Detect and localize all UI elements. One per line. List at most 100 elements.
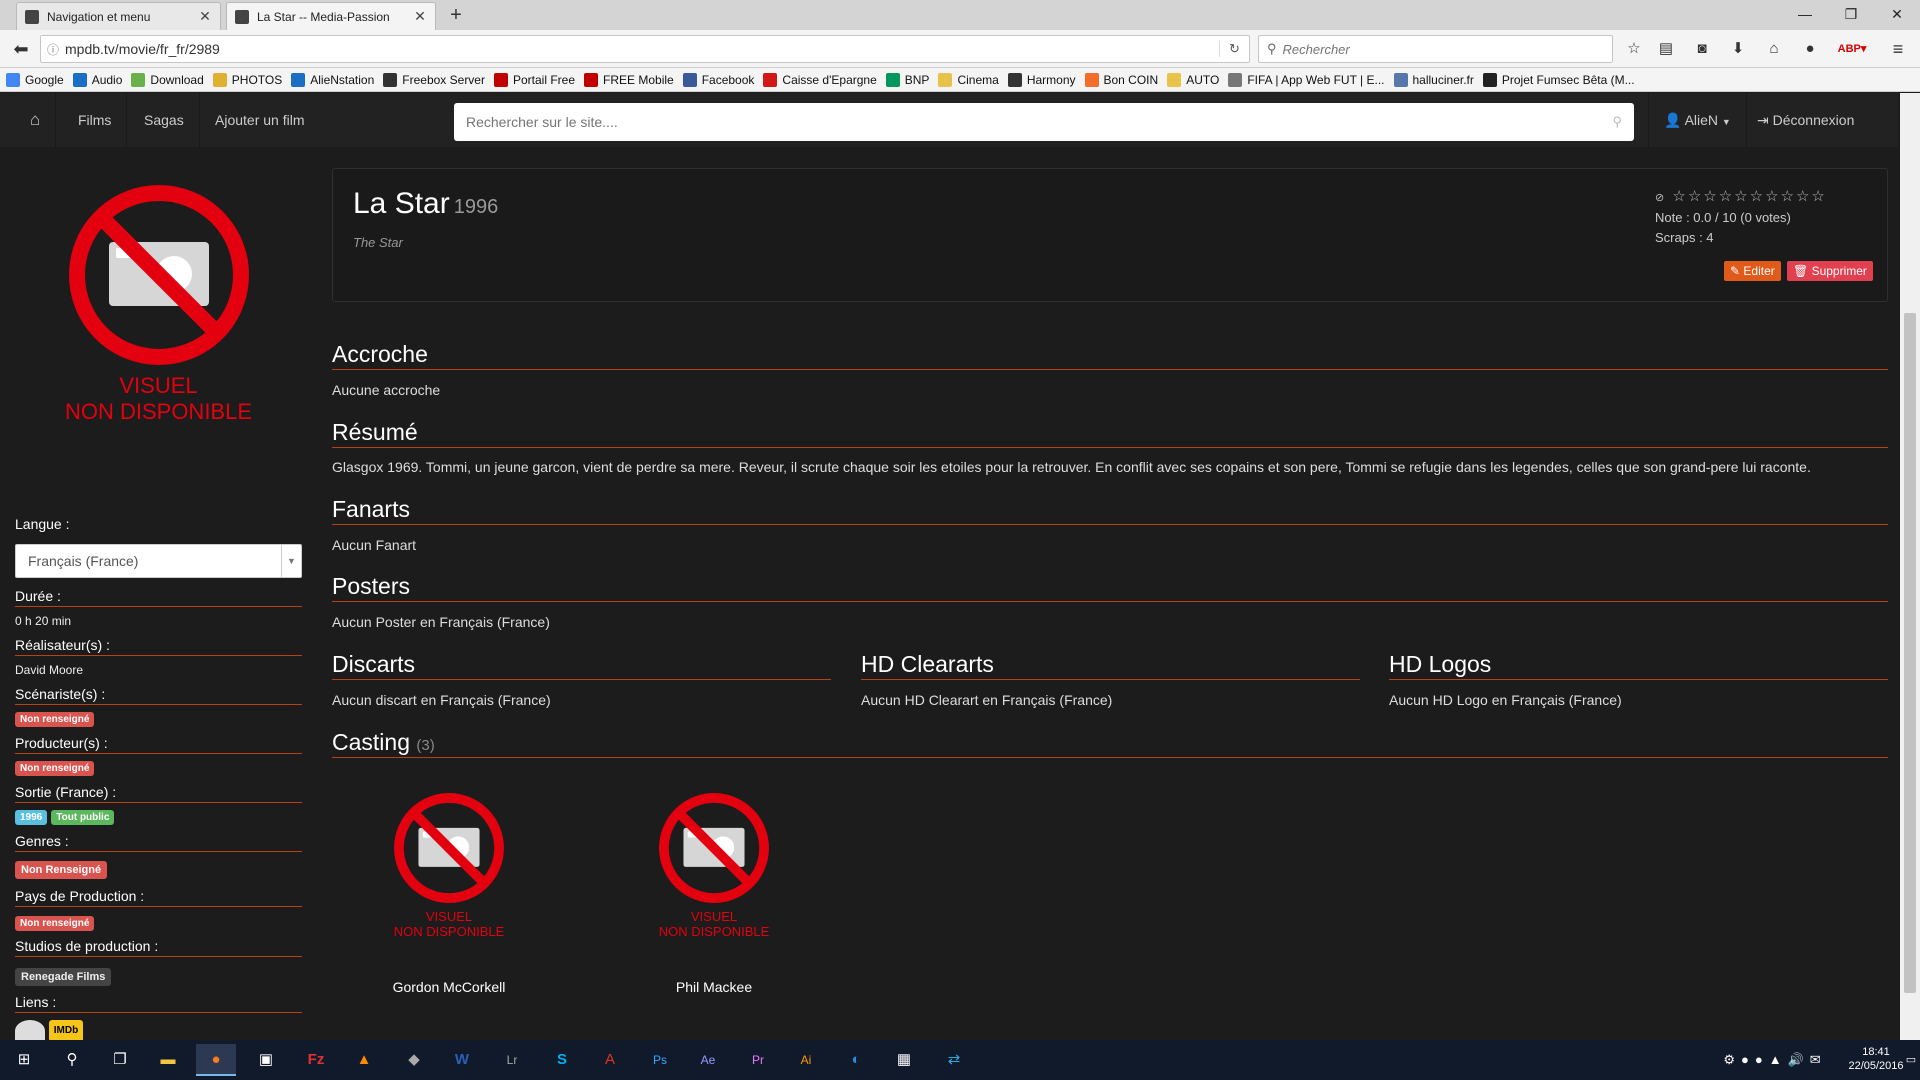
cast-member-card[interactable]: VISUEL NON DISPONIBLE Phil Mackee [639, 790, 789, 995]
photoshop-icon[interactable]: Ps [640, 1044, 680, 1076]
bookmark-item[interactable]: AlieNstation [291, 72, 375, 87]
bookmark-item[interactable]: halluciner.fr [1393, 72, 1474, 87]
site-search-input[interactable] [466, 114, 1613, 130]
firefox-icon[interactable]: ● [196, 1044, 236, 1076]
new-tab-button[interactable]: + [444, 4, 468, 28]
bookmark-favicon-icon [1482, 72, 1497, 87]
logout-icon: ⇥ [1757, 112, 1769, 128]
user-menu[interactable]: 👤 AlieN ▼ [1648, 93, 1747, 147]
vlc-icon[interactable]: ▲ [344, 1044, 384, 1076]
reload-icon[interactable]: ↻ [1219, 41, 1249, 57]
close-icon[interactable]: ✕ [413, 8, 427, 25]
page-scrollbar[interactable] [1900, 93, 1920, 1041]
download-icon[interactable]: ⬇ [1726, 37, 1750, 61]
cast-member-card[interactable]: VISUEL NON DISPONIBLE Gordon McCorkell [374, 790, 524, 995]
skype-icon[interactable]: S [542, 1044, 582, 1076]
nav-add-film[interactable]: Ajouter un film [200, 93, 319, 147]
bookmark-item[interactable]: Audio [72, 72, 122, 87]
bookmark-item[interactable]: PHOTOS [212, 72, 282, 87]
home-icon[interactable]: ⌂ [1762, 37, 1786, 61]
url-text[interactable]: mpdb.tv/movie/fr_fr/2989 [65, 41, 1219, 57]
system-tray[interactable]: ⚙●●▲🔊✉ [1690, 1040, 1860, 1080]
search-icon[interactable]: ⚲ [1612, 114, 1622, 130]
windows-start-icon[interactable]: ⊞ [4, 1044, 44, 1076]
app-icon[interactable]: ◐ [836, 1044, 876, 1076]
chevron-down-icon[interactable]: ▼ [281, 545, 301, 577]
info-icon[interactable]: ⓘ [41, 41, 65, 58]
illustrator-icon[interactable]: Ai [786, 1044, 826, 1076]
year-badge: 1996 [15, 810, 48, 825]
menu-hamburger-icon[interactable]: ≡ [1886, 37, 1910, 61]
close-icon[interactable]: ✕ [198, 8, 212, 25]
bookmark-item[interactable]: Projet Fumsec Bêta (M... [1482, 72, 1635, 87]
notification-icon[interactable]: ▭ [1902, 1040, 1920, 1080]
bookmark-item[interactable]: Portail Free [493, 72, 575, 87]
rating-stars[interactable]: ⊘ ☆☆☆☆☆☆☆☆☆☆ [1655, 187, 1827, 208]
chat-icon[interactable]: ● [1798, 37, 1822, 61]
tab-la-star[interactable]: La Star -- Media-Passion ✕ [226, 2, 436, 30]
bookmark-star-icon[interactable]: ☆ [1622, 37, 1646, 61]
pocket-icon[interactable]: ◙ [1690, 37, 1714, 61]
bookmark-item[interactable]: Google [6, 72, 64, 87]
bookmark-item[interactable]: Cinema [938, 72, 999, 87]
link-logo-icon[interactable] [15, 1020, 45, 1042]
bookmark-label: Caisse d'Epargne [782, 72, 877, 87]
cast-member-name[interactable]: Gordon McCorkell [374, 979, 524, 995]
clock[interactable]: 18:41 22/05/2016 [1848, 1040, 1904, 1080]
genre-badge[interactable]: Non Renseigné [15, 861, 108, 879]
nav-films[interactable]: Films [63, 93, 128, 147]
star-icon[interactable]: ☆☆☆☆☆☆☆☆☆☆ [1672, 188, 1826, 205]
filezilla-icon[interactable]: Fz [296, 1044, 336, 1076]
site-search-box[interactable]: ⚲ [454, 103, 1634, 141]
reading-list-icon[interactable]: ▤ [1654, 37, 1678, 61]
scrollbar-thumb[interactable] [1904, 313, 1916, 993]
delete-label: Supprimer [1811, 264, 1867, 278]
task-view-icon[interactable]: ❐ [100, 1044, 140, 1076]
window-close-button[interactable]: ✕ [1874, 0, 1920, 30]
acrobat-icon[interactable]: A [590, 1044, 630, 1076]
bookmark-favicon-icon [212, 72, 227, 87]
store-icon[interactable]: ▣ [246, 1044, 286, 1076]
studio-badge[interactable]: Renegade Films [15, 968, 112, 986]
bookmark-item[interactable]: AUTO [1167, 72, 1219, 87]
media-player-icon[interactable]: ▦ [884, 1044, 924, 1076]
reset-rating-icon[interactable]: ⊘ [1655, 192, 1666, 204]
bookmark-item[interactable]: FIFA | App Web FUT | E... [1228, 72, 1385, 87]
edit-button[interactable]: ✎ Editer [1724, 261, 1781, 281]
bookmark-item[interactable]: Freebox Server [383, 72, 485, 87]
after-effects-icon[interactable]: Ae [688, 1044, 728, 1076]
bookmark-label: AlieNstation [310, 72, 375, 87]
delete-button[interactable]: 🗑 Supprimer [1787, 261, 1873, 281]
cast-member-name[interactable]: Phil Mackee [639, 979, 789, 995]
bookmark-item[interactable]: FREE Mobile [584, 72, 674, 87]
premiere-icon[interactable]: Pr [738, 1044, 778, 1076]
tab-navigation-et-menu[interactable]: Navigation et menu ✕ [16, 2, 221, 30]
bookmark-item[interactable]: Caisse d'Epargne [763, 72, 877, 87]
file-explorer-icon[interactable]: ▬ [148, 1044, 188, 1076]
adblock-icon[interactable]: ABP▾ [1836, 37, 1868, 61]
bookmark-item[interactable]: Facebook [682, 72, 754, 87]
home-icon[interactable]: ⌂ [15, 93, 57, 147]
bookmark-item[interactable]: Download [131, 72, 204, 87]
bookmark-favicon-icon [763, 72, 778, 87]
cast-visual-line1: VISUEL [690, 909, 738, 924]
bookmark-item[interactable]: BNP [885, 72, 929, 87]
restore-button[interactable]: ❐ [1828, 0, 1874, 30]
url-bar[interactable]: ⓘ mpdb.tv/movie/fr_fr/2989 ↻ [40, 35, 1250, 63]
browser-search-input[interactable] [1282, 41, 1612, 57]
browser-search-box[interactable]: ⚲ [1258, 35, 1613, 63]
nav-sagas[interactable]: Sagas [129, 93, 200, 147]
lightroom-icon[interactable]: Lr [492, 1044, 532, 1076]
back-arrow-icon[interactable]: ⬅ [8, 36, 34, 62]
imdb-link[interactable]: IMDb [49, 1020, 83, 1042]
bookmark-item[interactable]: Bon COIN [1084, 72, 1158, 87]
teamviewer-icon[interactable]: ⇄ [934, 1044, 974, 1076]
app-icon[interactable]: ◆ [394, 1044, 434, 1076]
bookmark-item[interactable]: Harmony [1007, 72, 1076, 87]
word-icon[interactable]: W [442, 1044, 482, 1076]
search-icon[interactable]: ⚲ [52, 1044, 92, 1076]
language-select[interactable]: Français (France) ▼ [15, 544, 302, 578]
logout-link[interactable]: ⇥ Déconnexion [1742, 93, 1869, 147]
minimize-button[interactable]: — [1782, 0, 1828, 30]
cast-visual-line2: NON DISPONIBLE [658, 924, 770, 939]
